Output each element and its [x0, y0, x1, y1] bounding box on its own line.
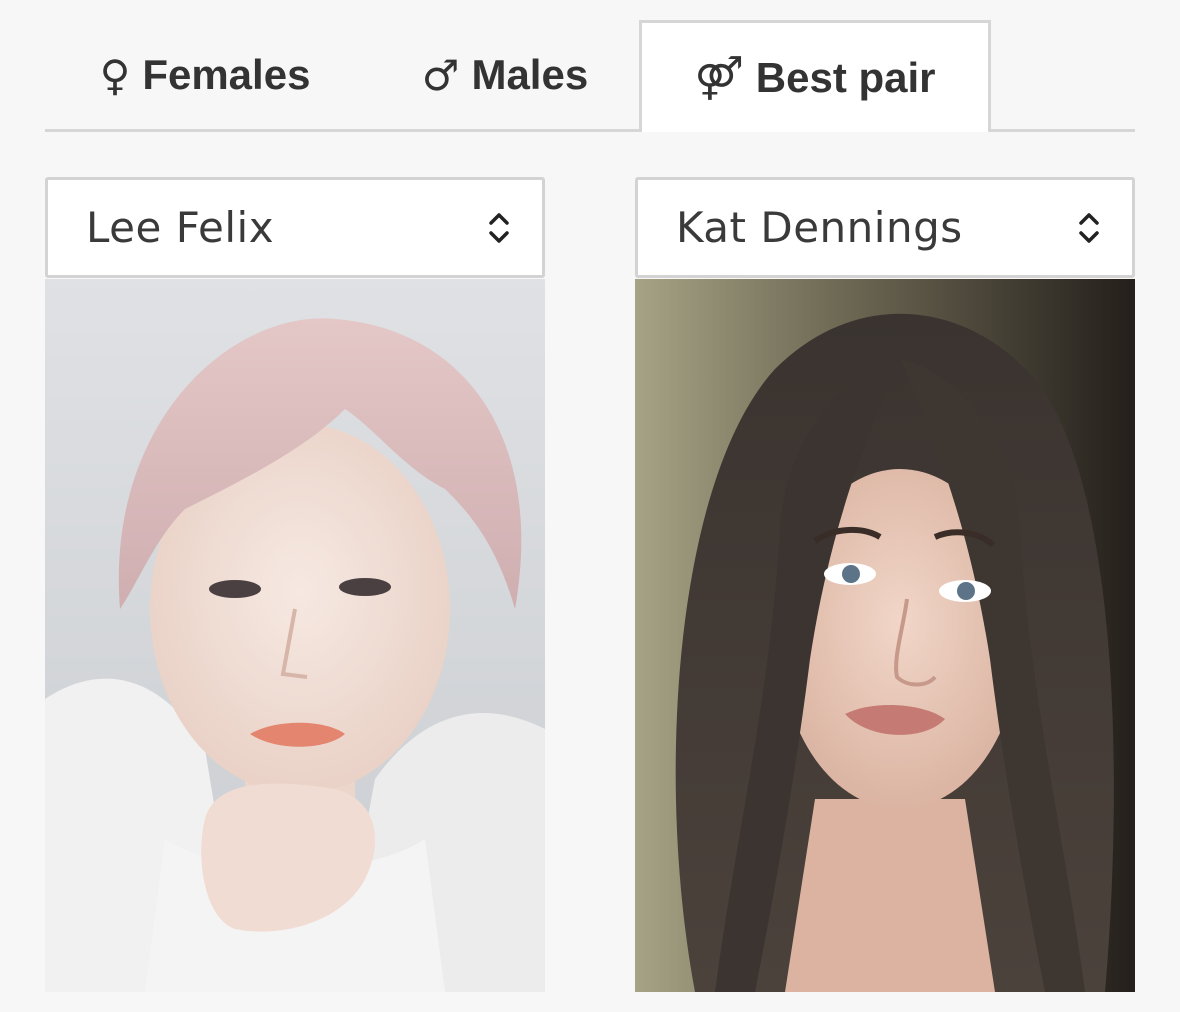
- tab-label: Females: [142, 51, 311, 98]
- chevron-up-down-icon: [489, 212, 509, 243]
- page: ♀ Females ♂ Males ⚤ Best pair Lee Felix …: [0, 0, 1180, 1012]
- right-person-photo: [635, 279, 1135, 992]
- tab-males[interactable]: ♂ Males: [390, 20, 620, 130]
- tab-label: Males: [471, 51, 589, 98]
- left-person-select[interactable]: Lee Felix: [45, 177, 545, 278]
- female-symbol-icon: ♀: [99, 50, 131, 100]
- right-person-name: Kat Dennings: [676, 203, 963, 252]
- tab-best-pair[interactable]: ⚤ Best pair: [639, 20, 991, 132]
- male-symbol-icon: ♂: [421, 50, 460, 100]
- portrait-photo-icon: [45, 279, 545, 992]
- portrait-photo-icon: [635, 279, 1135, 992]
- chevron-up-down-icon: [1079, 212, 1099, 243]
- left-person-photo: [45, 279, 545, 992]
- tab-females[interactable]: ♀ Females: [75, 20, 335, 130]
- right-person-select[interactable]: Kat Dennings: [635, 177, 1135, 278]
- tab-bar: ♀ Females ♂ Males ⚤ Best pair: [45, 20, 1135, 132]
- left-person-name: Lee Felix: [86, 203, 275, 252]
- tab-label: Best pair: [755, 53, 936, 101]
- pair-symbol-icon: ⚤: [694, 53, 744, 102]
